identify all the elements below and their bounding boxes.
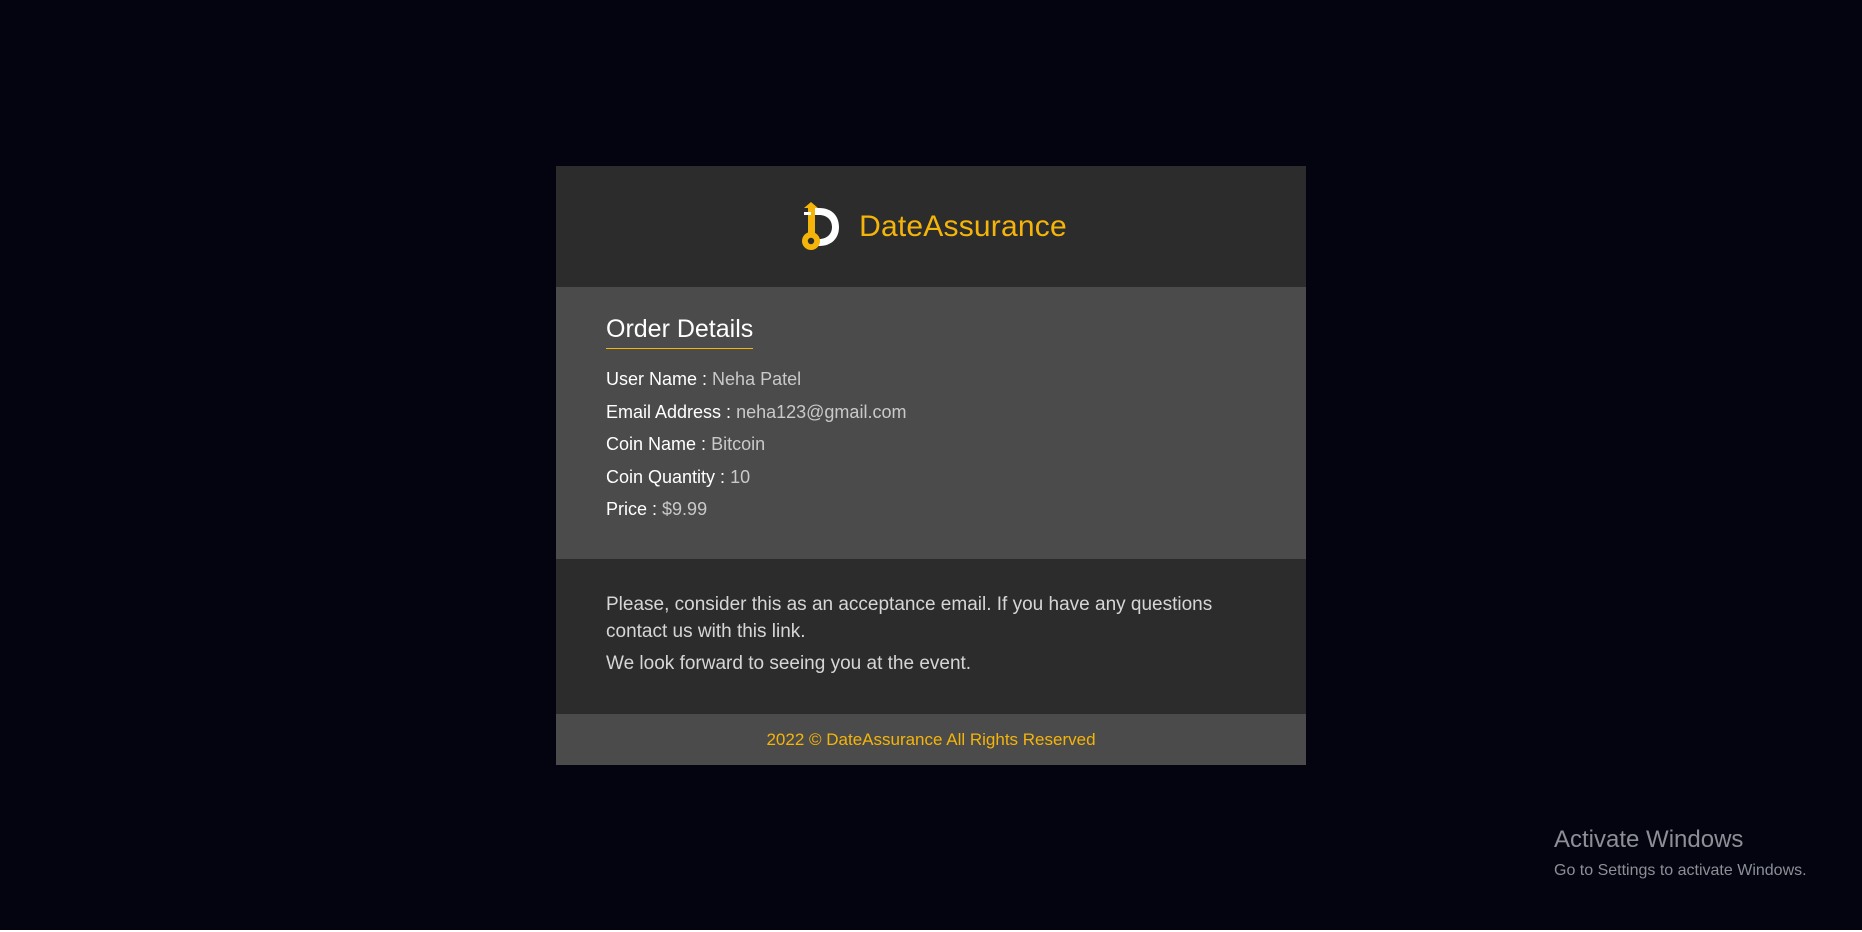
detail-label: Email Address : (606, 401, 732, 422)
d-key-logo-icon (802, 201, 840, 250)
detail-value: Bitcoin (711, 434, 766, 454)
brand[interactable]: DateAssurance (795, 200, 1067, 254)
brand-name: DateAssurance (859, 209, 1067, 243)
card-footer: 2022 © DateAssurance All Rights Reserved (556, 714, 1306, 765)
order-details-title: Order Details (606, 315, 754, 349)
activate-windows-watermark: Activate Windows Go to Settings to activ… (1554, 824, 1807, 882)
acceptance-message: Please, consider this as an acceptance e… (606, 594, 1213, 642)
detail-value: neha123@gmail.com (736, 401, 907, 422)
detail-row-email: Email Address : neha123@gmail.com (606, 396, 1256, 429)
activate-windows-subtitle: Go to Settings to activate Windows. (1554, 862, 1807, 879)
detail-value: 10 (730, 466, 751, 487)
detail-value: Neha Patel (712, 369, 802, 389)
copyright-text: 2022 © DateAssurance All Rights Reserved (766, 729, 1096, 749)
activate-windows-title: Activate Windows (1554, 826, 1744, 853)
detail-label: Coin Name : (606, 434, 707, 454)
detail-value: $9.99 (662, 499, 708, 519)
detail-label: Price : (606, 499, 658, 519)
email-card: DateAssurance Order Details User Name : … (556, 166, 1306, 765)
detail-row-coin-quantity: Coin Quantity : 10 (606, 461, 1256, 494)
detail-label: Coin Quantity : (606, 466, 726, 487)
message-section: Please, consider this as an acceptance e… (556, 559, 1306, 714)
event-message: We look forward to seeing you at the eve… (606, 653, 972, 674)
detail-row-user-name: User Name : Neha Patel (606, 363, 1256, 396)
order-details-section: Order Details User Name : Neha Patel Ema… (556, 287, 1306, 559)
card-header: DateAssurance (556, 166, 1306, 287)
detail-label: User Name : (606, 369, 708, 389)
detail-row-price: Price : $9.99 (606, 493, 1256, 526)
detail-row-coin-name: Coin Name : Bitcoin (606, 428, 1256, 461)
page-background: DateAssurance Order Details User Name : … (0, 0, 1862, 930)
